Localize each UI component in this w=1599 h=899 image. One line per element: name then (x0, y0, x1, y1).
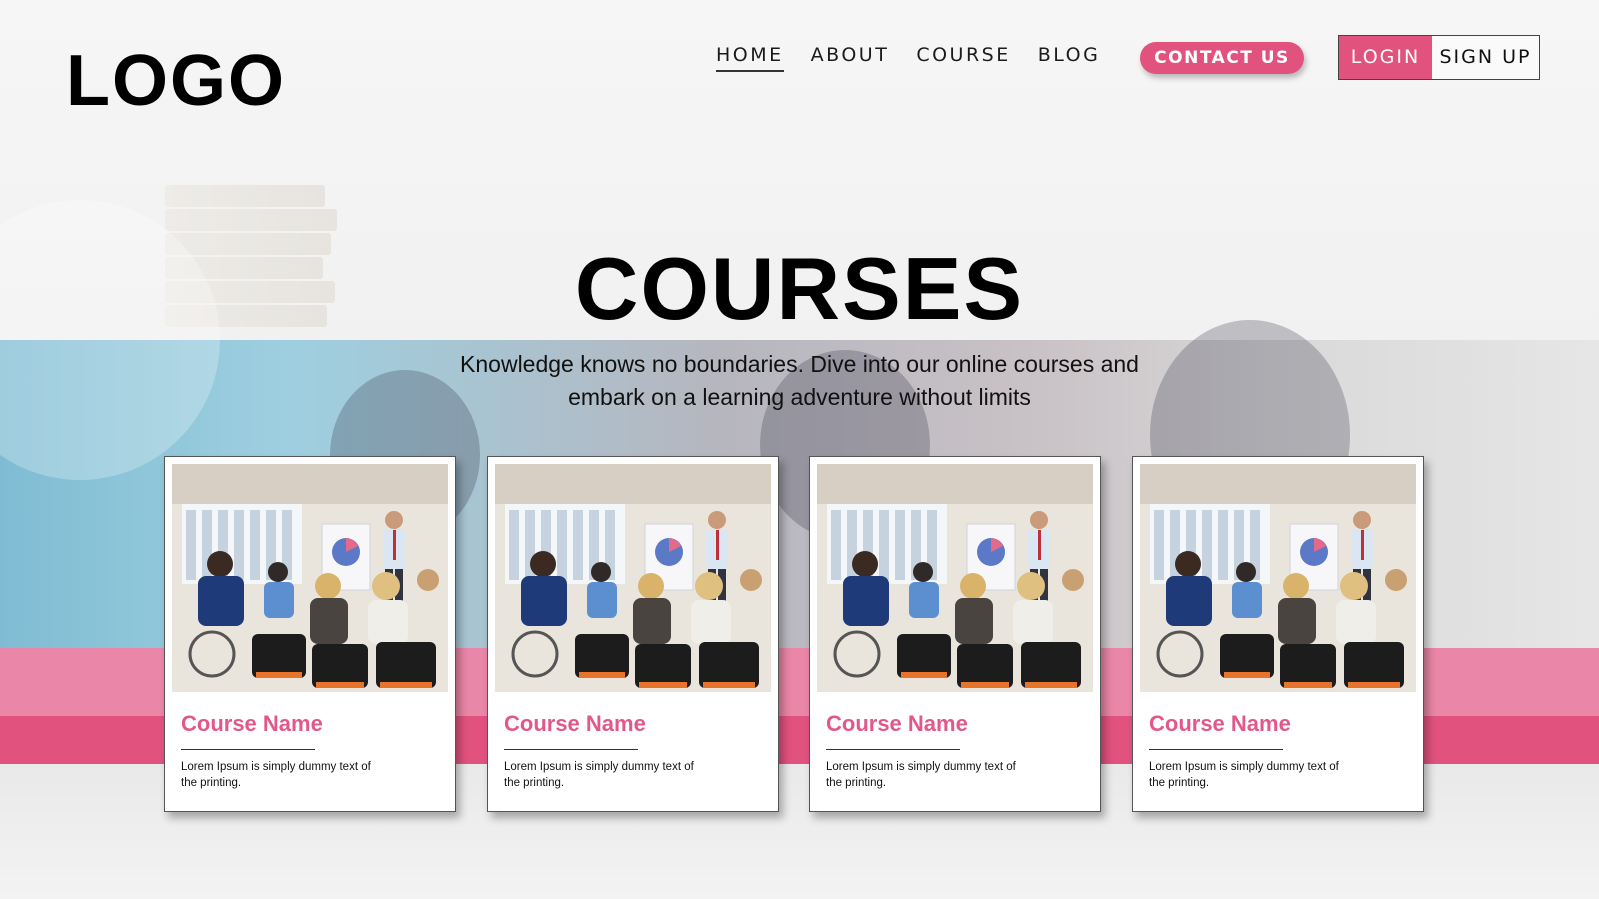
course-description-line: the printing. (504, 777, 565, 789)
divider (504, 749, 638, 750)
course-description-line: Lorem Ipsum is simply dummy text of (1149, 761, 1339, 773)
course-description-line: Lorem Ipsum is simply dummy text of (826, 761, 1016, 773)
page-title: COURSES (574, 239, 1025, 338)
course-description-line: Lorem Ipsum is simply dummy text of (181, 761, 371, 773)
divider (181, 749, 315, 750)
main-nav: HOME ABOUT COURSE BLOG (716, 44, 1127, 72)
course-card[interactable]: Course Name Lorem Ipsum is simply dummy … (164, 456, 456, 812)
page-subtitle: Knowledge knows no boundaries. Dive into… (420, 348, 1179, 414)
course-image (172, 464, 448, 692)
course-name[interactable]: Course Name (1149, 711, 1291, 737)
contact-us-button[interactable]: CONTACT US (1140, 42, 1304, 74)
auth-buttons: LOGIN SIGN UP (1338, 35, 1540, 80)
course-description-line: the printing. (1149, 777, 1210, 789)
course-card[interactable]: Course Name Lorem Ipsum is simply dummy … (1132, 456, 1424, 812)
nav-home[interactable]: HOME (716, 44, 784, 72)
course-description: Lorem Ipsum is simply dummy text of the … (1149, 759, 1359, 791)
nav-blog[interactable]: BLOG (1038, 44, 1101, 72)
nav-course[interactable]: COURSE (916, 44, 1010, 72)
course-description: Lorem Ipsum is simply dummy text of the … (504, 759, 714, 791)
course-name[interactable]: Course Name (181, 711, 323, 737)
course-description: Lorem Ipsum is simply dummy text of the … (826, 759, 1036, 791)
course-description: Lorem Ipsum is simply dummy text of the … (181, 759, 391, 791)
nav-about[interactable]: ABOUT (811, 44, 890, 72)
course-description-line: the printing. (181, 777, 242, 789)
login-button[interactable]: LOGIN (1339, 36, 1432, 79)
course-card[interactable]: Course Name Lorem Ipsum is simply dummy … (487, 456, 779, 812)
course-image (1140, 464, 1416, 692)
course-image (817, 464, 1093, 692)
logo[interactable]: LOGO (66, 40, 286, 122)
divider (1149, 749, 1283, 750)
subtitle-line-1: Knowledge knows no boundaries. Dive into… (460, 351, 1139, 377)
course-name[interactable]: Course Name (826, 711, 968, 737)
divider (826, 749, 960, 750)
signup-button[interactable]: SIGN UP (1432, 36, 1539, 79)
course-name[interactable]: Course Name (504, 711, 646, 737)
subtitle-line-2: embark on a learning adventure without l… (568, 384, 1031, 410)
course-description-line: the printing. (826, 777, 887, 789)
course-description-line: Lorem Ipsum is simply dummy text of (504, 761, 694, 773)
course-card[interactable]: Course Name Lorem Ipsum is simply dummy … (809, 456, 1101, 812)
course-image (495, 464, 771, 692)
